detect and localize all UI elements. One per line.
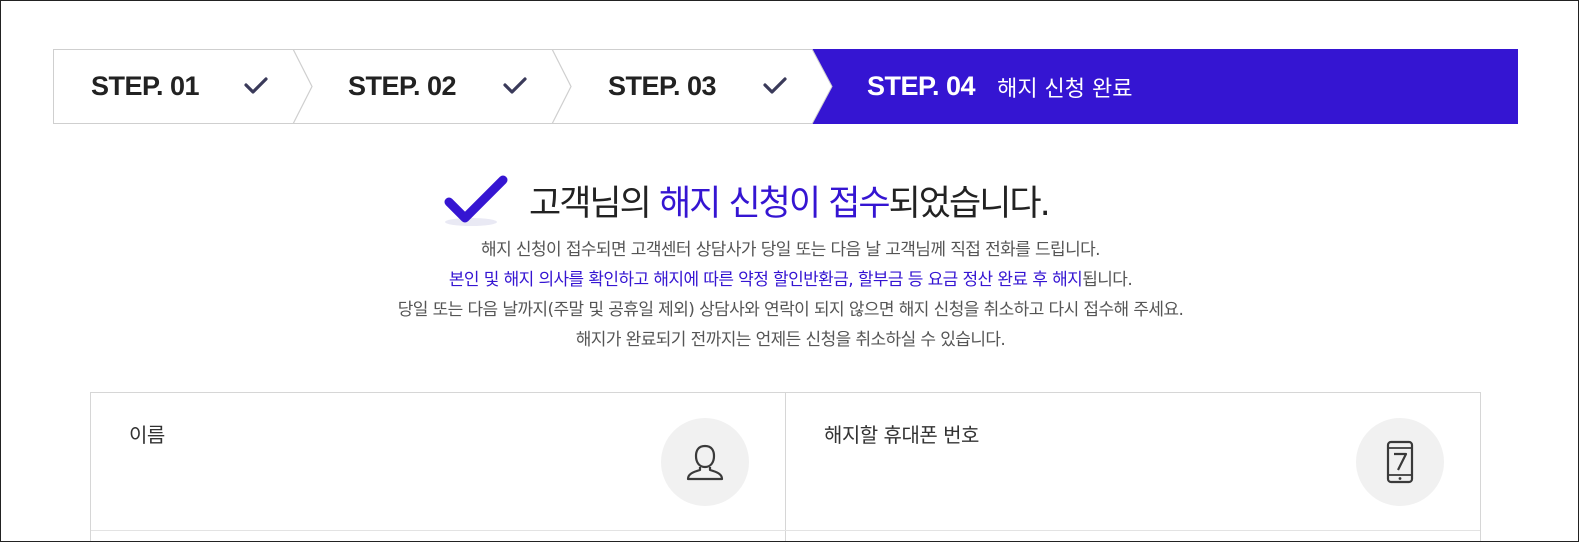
step-02: STEP. 02: [348, 50, 457, 123]
description-line-4: 해지가 완료되기 전까지는 언제든 신청을 취소하실 수 있습니다.: [575, 330, 1006, 350]
phone-cell: 해지할 휴대폰 번호: [786, 393, 1480, 532]
completion-headline: 고객님의 해지 신청이 접수되었습니다.: [443, 171, 1051, 229]
name-label: 이름: [129, 423, 165, 447]
step-02-label: STEP. 02: [348, 71, 457, 101]
mobile-phone-icon: [1356, 418, 1444, 506]
step-04-description: 해지 신청 완료: [997, 76, 1133, 102]
description-line-2-rest: 됩니다.: [1082, 270, 1133, 290]
headline-highlight: 해지 신청이 접수: [658, 183, 891, 224]
check-icon: [763, 77, 787, 94]
step-04-label: STEP. 04: [867, 71, 976, 101]
step-03: STEP. 03: [608, 50, 717, 123]
applicant-info-table: 이름 해지할 휴대폰 번호: [90, 392, 1481, 541]
step-divider-chevron: [551, 49, 572, 124]
check-icon: [503, 77, 527, 94]
name-cell: 이름: [91, 393, 785, 532]
step-progress-bar: STEP. 01 STEP. 02 STEP. 03 STEP. 04 해지 신…: [53, 49, 1518, 124]
description-line-2-accent: 본인 및 해지 의사를 확인하고 해지에 따른 약정 할인반환금, 할부금 등 …: [448, 270, 1083, 290]
headline-pre: 고객님의: [529, 183, 659, 224]
step-divider-chevron: [292, 49, 313, 124]
large-check-icon: [444, 175, 508, 226]
user-icon: [661, 418, 749, 506]
page-frame: STEP. 01 STEP. 02 STEP. 03 STEP. 04 해지 신…: [0, 0, 1579, 542]
description-line-1: 해지 신청이 접수되면 고객센터 상담사가 당일 또는 다음 날 고객님께 직접…: [481, 240, 1101, 260]
description-line-2: 본인 및 해지 의사를 확인하고 해지에 따른 약정 할인반환금, 할부금 등 …: [1, 265, 1578, 295]
check-icon: [244, 77, 268, 94]
headline-text: 고객님의 해지 신청이 접수되었습니다.: [529, 175, 1051, 226]
step-03-label: STEP. 03: [608, 71, 717, 101]
step-01: STEP. 01: [91, 50, 200, 123]
headline-post: 되었습니다.: [888, 183, 1051, 224]
step-active-arrow: [812, 49, 838, 124]
description-line-3: 당일 또는 다음 날까지(주말 및 공휴일 제외) 상담사와 연락이 되지 않으…: [397, 300, 1184, 320]
step-01-label: STEP. 01: [91, 71, 200, 101]
phone-label: 해지할 휴대폰 번호: [824, 423, 979, 447]
step-04: STEP. 04 해지 신청 완료: [867, 50, 1133, 123]
